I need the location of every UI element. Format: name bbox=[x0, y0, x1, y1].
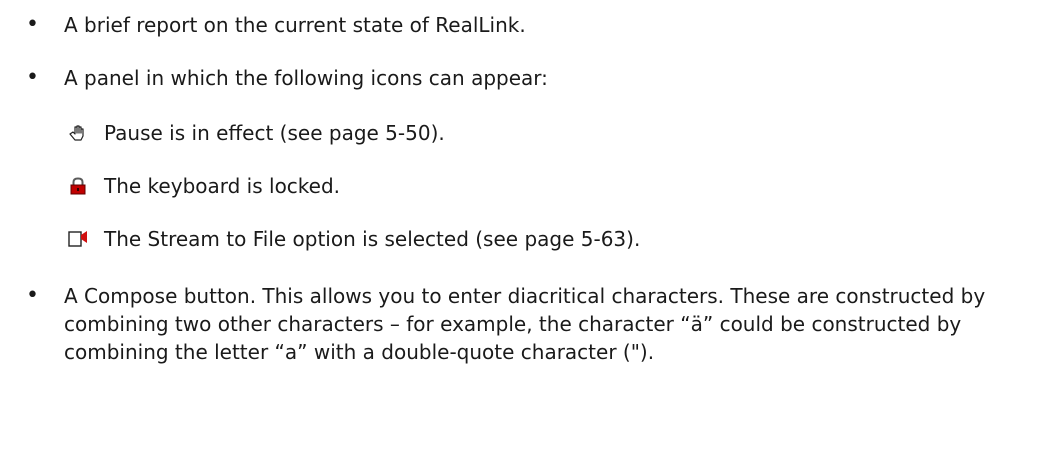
bullet-text: A panel in which the following icons can… bbox=[64, 66, 548, 90]
icon-description: The keyboard is locked. bbox=[104, 174, 341, 198]
icon-row-stream-to-file: The Stream to File option is selected (s… bbox=[68, 225, 1028, 253]
bullet-item-status-report: • A brief report on the current state of… bbox=[0, 11, 1041, 39]
bullet-item-compose-button: • A Compose button. This allows you to e… bbox=[0, 282, 1041, 422]
bullet-symbol: • bbox=[26, 65, 39, 90]
stream-to-file-icon bbox=[68, 230, 88, 248]
icon-description: The Stream to File option is selected (s… bbox=[104, 227, 641, 251]
bullet-symbol: • bbox=[26, 283, 39, 308]
pause-hand-icon bbox=[68, 124, 88, 142]
document-page: • A brief report on the current state of… bbox=[0, 0, 1041, 463]
bullet-text: A brief report on the current state of R… bbox=[64, 13, 526, 37]
bullet-symbol: • bbox=[26, 12, 39, 37]
icon-row-keyboard-lock: The keyboard is locked. bbox=[68, 172, 1028, 200]
keyboard-lock-icon bbox=[68, 177, 88, 195]
icon-row-pause: Pause is in effect (see page 5-50). bbox=[68, 119, 1028, 147]
bullet-text: A Compose button. This allows you to ent… bbox=[64, 284, 986, 364]
icon-description: Pause is in effect (see page 5-50). bbox=[104, 121, 445, 145]
bullet-item-icon-panel: • A panel in which the following icons c… bbox=[0, 64, 1041, 92]
